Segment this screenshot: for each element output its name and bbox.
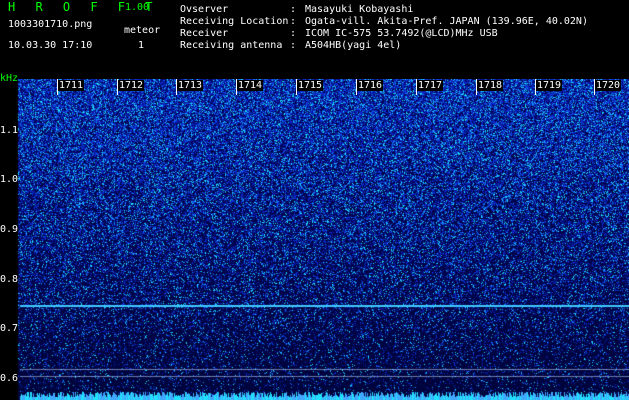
- location-separator: :: [290, 16, 297, 27]
- meteor-count: 1: [138, 40, 145, 51]
- x-tick-label: 1719: [536, 80, 563, 91]
- y-tick-label: 0.6: [0, 373, 19, 384]
- x-tick-label: 1713: [177, 80, 204, 91]
- y-tick-label: 0.7: [0, 323, 19, 334]
- x-tick-label: 1718: [477, 80, 504, 91]
- x-tick-label: 1715: [297, 80, 324, 91]
- x-tick-label: 1720: [595, 80, 622, 91]
- receiver-value: ICOM IC-575 53.7492(@LCD)MHz USB: [305, 28, 498, 39]
- hroft-window: H R O F F T 1.00 1003301710.png meteor 1…: [0, 0, 629, 400]
- receiver-separator: :: [290, 28, 297, 39]
- antenna-separator: :: [290, 40, 297, 51]
- y-tick-label: 1.0: [0, 174, 19, 185]
- spectrogram-canvas: [0, 79, 629, 400]
- x-tick-label: 1712: [118, 80, 145, 91]
- x-tick-label: 1711: [58, 80, 85, 91]
- location-value: Ogata-vill. Akita-Pref. JAPAN (139.96E, …: [305, 16, 588, 27]
- file-name: 1003301710.png: [8, 19, 93, 30]
- y-tick-label: 1.1: [0, 125, 19, 136]
- antenna-label: Receiving antenna: [180, 40, 283, 51]
- observer-separator: :: [290, 4, 297, 15]
- x-tick-label: 1716: [357, 80, 384, 91]
- observation-type: meteor: [124, 25, 161, 36]
- x-tick-label: 1717: [417, 80, 444, 91]
- observation-datetime: 10.03.30 17:10: [8, 40, 93, 51]
- location-label: Receiving Location: [180, 16, 289, 27]
- x-tick-label: 1714: [237, 80, 264, 91]
- app-version: 1.00: [125, 2, 150, 13]
- receiver-label: Receiver: [180, 28, 229, 39]
- y-tick-label: 0.8: [0, 274, 19, 285]
- observer-value: Masayuki Kobayashi: [305, 4, 414, 15]
- y-tick-label: 0.9: [0, 224, 19, 235]
- observer-label: Ovserver: [180, 4, 229, 15]
- antenna-value: A504HB(yagi 4el): [305, 40, 402, 51]
- y-axis-unit: kHz: [0, 73, 19, 84]
